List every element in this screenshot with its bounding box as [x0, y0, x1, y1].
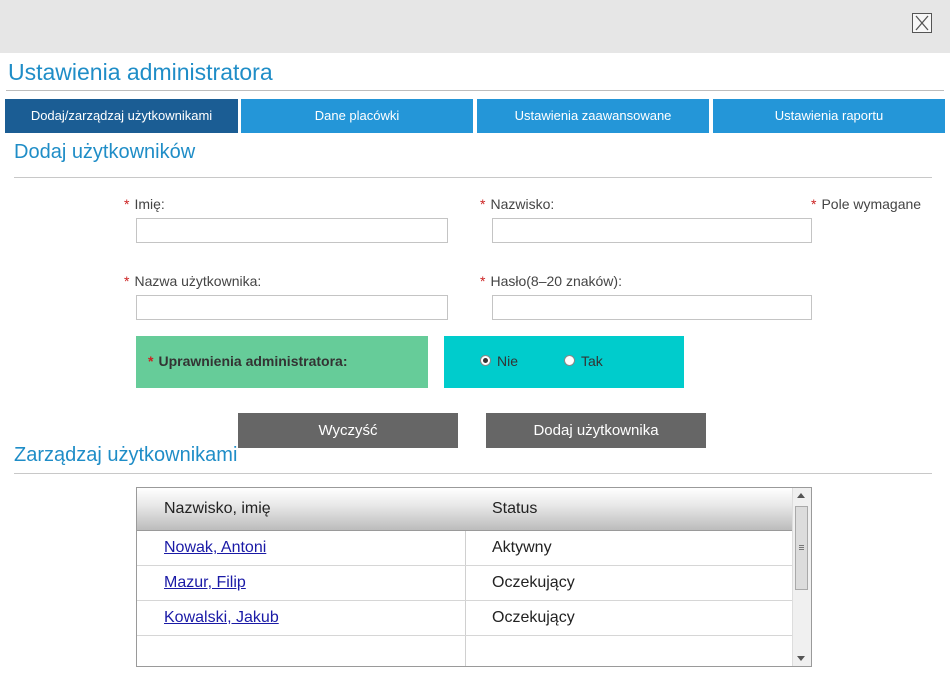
tab-facility-data[interactable]: Dane placówki	[241, 99, 473, 133]
admin-yes-label[interactable]: Tak	[581, 353, 603, 369]
username-label: * Nazwa użytkownika:	[124, 273, 262, 289]
title-divider	[6, 90, 944, 91]
close-icon	[915, 15, 929, 31]
manage-users-title: Zarządzaj użytkownikami	[14, 444, 238, 466]
admin-no-radio[interactable]	[480, 355, 491, 366]
scroll-thumb[interactable]	[795, 506, 808, 590]
user-status: Aktywny	[492, 539, 552, 556]
required-marker: *	[480, 196, 486, 212]
add-users-divider	[14, 177, 932, 178]
user-status: Oczekujący	[492, 609, 575, 626]
table-row: Kowalski, Jakub Oczekujący	[137, 600, 793, 636]
last-name-input[interactable]	[492, 218, 812, 243]
manage-users-divider	[14, 473, 932, 474]
table-row: Mazur, Filip Oczekujący	[137, 565, 793, 601]
clear-button[interactable]: Wyczyść	[238, 413, 458, 448]
scroll-up-icon[interactable]	[797, 493, 805, 498]
required-marker: *	[124, 196, 130, 212]
first-name-input[interactable]	[136, 218, 448, 243]
scroll-down-icon[interactable]	[797, 656, 805, 661]
page-title: Ustawienia administratora	[8, 59, 273, 85]
username-input[interactable]	[136, 295, 448, 320]
grip-icon	[799, 545, 804, 546]
table-row: Nowak, Antoni Aktywny	[137, 530, 793, 566]
user-name-link[interactable]: Kowalski, Jakub	[164, 609, 279, 627]
required-marker: *	[124, 273, 130, 289]
admin-rights-label: * Uprawnienia administratora:	[148, 353, 348, 369]
title-bar	[0, 0, 950, 53]
required-marker: *	[480, 273, 486, 289]
table-header: Nazwisko, imię Status	[137, 488, 793, 531]
required-field-note: * Pole wymagane	[811, 196, 922, 212]
tab-advanced-settings[interactable]: Ustawienia zaawansowane	[477, 99, 709, 133]
last-name-label: * Nazwisko:	[480, 196, 555, 212]
users-table: Nazwisko, imię Status Nowak, Antoni Akty…	[136, 487, 812, 667]
tab-add-manage-users[interactable]: Dodaj/zarządzaj użytkownikami	[5, 99, 238, 133]
column-header-name[interactable]: Nazwisko, imię	[164, 500, 271, 518]
admin-yes-radio[interactable]	[564, 355, 575, 366]
user-name-link[interactable]: Mazur, Filip	[164, 574, 246, 592]
add-user-button[interactable]: Dodaj użytkownika	[486, 413, 706, 448]
column-header-status[interactable]: Status	[492, 500, 537, 518]
required-marker: *	[811, 196, 817, 212]
user-name-link[interactable]: Nowak, Antoni	[164, 539, 266, 557]
tab-report-settings[interactable]: Ustawienia raportu	[713, 99, 945, 133]
password-input[interactable]	[492, 295, 812, 320]
user-status: Oczekujący	[492, 574, 575, 591]
add-users-title: Dodaj użytkowników	[14, 141, 196, 163]
first-name-label: * Imię:	[124, 196, 165, 212]
required-marker: *	[148, 353, 154, 369]
close-button[interactable]	[912, 13, 932, 33]
admin-no-label[interactable]: Nie	[497, 353, 518, 369]
table-scrollbar[interactable]	[792, 488, 811, 666]
password-label: * Hasło(8–20 znaków):	[480, 273, 622, 289]
